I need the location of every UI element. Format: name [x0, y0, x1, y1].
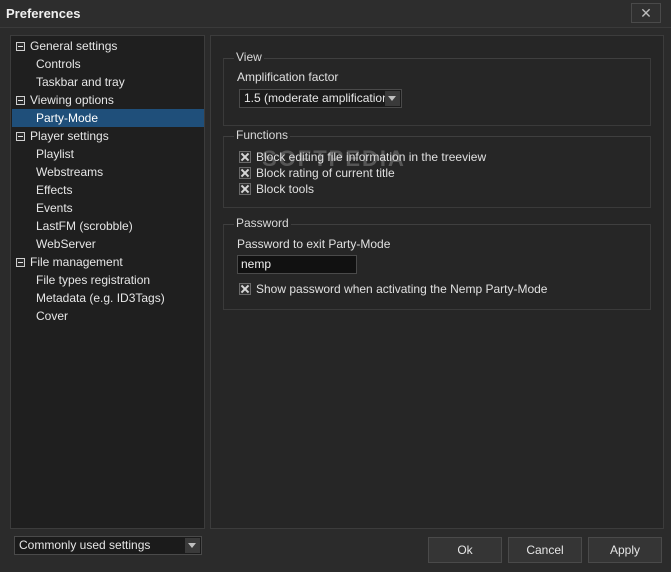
tree-item-label: WebServer — [36, 237, 96, 251]
tree-item-controls[interactable]: Controls — [36, 55, 81, 73]
amplification-dropdown[interactable]: 1.5 (moderate amplification) — [239, 89, 402, 108]
chevron-down-icon[interactable] — [185, 538, 200, 553]
settings-filter-dropdown[interactable]: Commonly used settings — [14, 536, 202, 555]
settings-tree[interactable]: General settings Controls Taskbar and tr… — [10, 35, 205, 529]
amplification-value: 1.5 (moderate amplification) — [244, 91, 393, 105]
password-group-title: Password — [234, 216, 291, 230]
tree-item-file-management[interactable]: File management — [12, 253, 203, 271]
checkbox-checked[interactable] — [239, 167, 251, 179]
password-input[interactable]: nemp — [237, 255, 357, 274]
cancel-button[interactable]: Cancel — [508, 537, 582, 563]
settings-filter-value: Commonly used settings — [19, 538, 151, 552]
collapse-icon[interactable] — [16, 132, 25, 141]
checkbox-checked[interactable] — [239, 151, 251, 163]
tree-item-playlist[interactable]: Playlist — [36, 145, 74, 163]
tree-item-file-types-registration[interactable]: File types registration — [36, 271, 150, 289]
softpedia-watermark: SOFTPEDIA — [262, 146, 406, 171]
window-title: Preferences — [6, 6, 81, 21]
password-group: Password Password to exit Party-Mode nem… — [223, 216, 651, 310]
collapse-icon[interactable] — [16, 96, 25, 105]
tree-item-label: Cover — [36, 309, 69, 323]
tree-item-webstreams[interactable]: Webstreams — [36, 163, 103, 181]
tree-item-player-settings[interactable]: Player settings — [12, 127, 203, 145]
tree-item-cover[interactable]: Cover — [36, 307, 68, 325]
tree-item-label: Webstreams — [36, 165, 104, 179]
apply-button[interactable]: Apply — [588, 537, 662, 563]
chevron-down-icon[interactable] — [385, 91, 400, 106]
password-label: Password to exit Party-Mode — [237, 237, 391, 251]
checkbox-checked[interactable] — [239, 183, 251, 195]
tree-item-taskbar-and-tray[interactable]: Taskbar and tray — [36, 73, 125, 91]
tree-item-label: Taskbar and tray — [36, 75, 125, 89]
amplification-label: Amplification factor — [237, 70, 339, 84]
view-group-title: View — [234, 50, 264, 64]
block-tools-label: Block tools — [256, 182, 315, 196]
tree-item-label: Player settings — [30, 129, 109, 143]
view-group: View Amplification factor 1.5 (moderate … — [223, 50, 651, 126]
tree-item-label: Effects — [36, 183, 73, 197]
tree-item-effects[interactable]: Effects — [36, 181, 72, 199]
tree-item-label: Metadata (e.g. ID3Tags) — [36, 291, 165, 305]
tree-item-label: Party-Mode — [36, 111, 99, 125]
tree-item-metadata[interactable]: Metadata (e.g. ID3Tags) — [36, 289, 165, 307]
tree-item-label: LastFM (scrobble) — [36, 219, 133, 233]
tree-item-label: Controls — [36, 57, 81, 71]
collapse-icon[interactable] — [16, 42, 25, 51]
tree-item-lastfm[interactable]: LastFM (scrobble) — [36, 217, 133, 235]
tree-item-label: Playlist — [36, 147, 75, 161]
tree-item-party-mode[interactable]: Party-Mode — [12, 109, 204, 127]
show-password-label: Show password when activating the Nemp P… — [256, 282, 548, 296]
tree-item-webserver[interactable]: WebServer — [36, 235, 96, 253]
tree-item-viewing-options[interactable]: Viewing options — [12, 91, 203, 109]
functions-group-title: Functions — [234, 128, 291, 142]
party-mode-panel: View Amplification factor 1.5 (moderate … — [210, 35, 664, 529]
close-icon: ✕ — [640, 5, 652, 21]
tree-item-label: File types registration — [36, 273, 151, 287]
close-button[interactable]: ✕ — [631, 3, 661, 23]
tree-item-label: Events — [36, 201, 73, 215]
collapse-icon[interactable] — [16, 258, 25, 267]
password-value: nemp — [241, 257, 272, 271]
ok-button[interactable]: Ok — [428, 537, 502, 563]
tree-item-label: General settings — [30, 39, 118, 53]
checkbox-checked[interactable] — [239, 283, 251, 295]
tree-item-events[interactable]: Events — [36, 199, 73, 217]
title-bar: Preferences ✕ — [0, 0, 671, 28]
tree-item-label: File management — [30, 255, 123, 269]
tree-item-general-settings[interactable]: General settings — [12, 37, 203, 55]
tree-item-label: Viewing options — [30, 93, 114, 107]
